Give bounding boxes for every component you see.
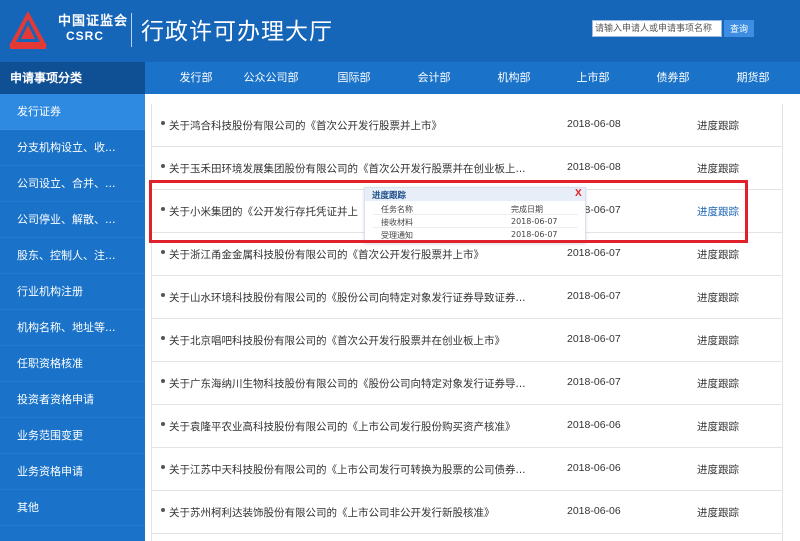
row-date: 2018-06-07	[567, 376, 621, 388]
progress-track-link[interactable]: 进度跟踪	[697, 462, 739, 477]
row-date: 2018-06-07	[567, 290, 621, 302]
row-title-link[interactable]: 关于山水环境科技股份有限公司的《股份公司向特定对象发行证券导致证券...	[169, 290, 526, 305]
progress-track-link[interactable]: 进度跟踪	[697, 290, 739, 305]
search-button[interactable]: 查询	[724, 20, 754, 37]
sidebar-item-institution-name-address[interactable]: 机构名称、地址等...	[0, 310, 145, 346]
tab-institution-dept[interactable]: 机构部	[479, 62, 549, 94]
bullet-icon	[161, 508, 165, 512]
tab-futures-dept[interactable]: 期货部	[718, 62, 788, 94]
sidebar-item-institution-registration[interactable]: 行业机构注册	[0, 274, 145, 310]
sidebar-item-branch-setup[interactable]: 分支机构设立、收...	[0, 130, 145, 166]
row-date: 2018-06-07	[567, 247, 621, 259]
logo-divider	[131, 13, 132, 47]
progress-track-link[interactable]: 进度跟踪	[697, 376, 739, 391]
tab-international-dept[interactable]: 国际部	[319, 62, 389, 94]
progress-track-link[interactable]: 进度跟踪	[697, 247, 739, 262]
row-date: 2018-06-08	[567, 118, 621, 130]
sidebar-item-shareholders[interactable]: 股东、控制人、注...	[0, 238, 145, 274]
sidebar: 申请事项分类 发行证券 分支机构设立、收... 公司设立、合并、... 公司停业…	[0, 62, 145, 541]
table-row: 关于鸿合科技股份有限公司的《首次公开发行股票并上市》 2018-06-08 进度…	[152, 104, 783, 147]
table-row: 关于广东海纳川生物科技股份有限公司的《股份公司向特定对象发行证券导... 201…	[152, 362, 783, 405]
sidebar-item-company-suspension[interactable]: 公司停业、解散、...	[0, 202, 145, 238]
sidebar-item-business-qualification[interactable]: 业务资格申请	[0, 454, 145, 490]
tab-issuance-dept[interactable]: 发行部	[161, 62, 231, 94]
table-row: 关于山水环境科技股份有限公司的《股份公司向特定对象发行证券导致证券... 201…	[152, 276, 783, 319]
row-title-link[interactable]: 关于北京唱吧科技股份有限公司的《首次公开发行股票并在创业板上市》	[169, 333, 505, 348]
bullet-icon	[161, 293, 165, 297]
logo-text-en: CSRC	[66, 29, 105, 43]
page-header: 中国证监会 CSRC 行政许可办理大厅 查询	[0, 0, 800, 62]
table-row: 关于江苏中天科技股份有限公司的《上市公司发行可转换为股票的公司债券... 201…	[152, 448, 783, 491]
progress-track-link[interactable]: 进度跟踪	[697, 118, 739, 133]
tab-bond-dept[interactable]: 债券部	[638, 62, 708, 94]
progress-track-link[interactable]: 进度跟踪	[697, 161, 739, 176]
sidebar-item-other[interactable]: 其他	[0, 490, 145, 526]
table-row: 关于苏州柯利达装饰股份有限公司的《上市公司非公开发行新股核准》 2018-06-…	[152, 491, 783, 534]
row-date: 2018-06-06	[567, 462, 621, 474]
bullet-icon	[161, 379, 165, 383]
bullet-icon	[161, 422, 165, 426]
row-title-link[interactable]: 关于江苏中天科技股份有限公司的《上市公司发行可转换为股票的公司债券...	[169, 462, 526, 477]
bullet-icon	[161, 121, 165, 125]
row-date: 2018-06-06	[567, 419, 621, 431]
row-date: 2018-06-07	[567, 333, 621, 345]
sidebar-item-company-setup[interactable]: 公司设立、合并、...	[0, 166, 145, 202]
tab-public-company-dept[interactable]: 公众公司部	[236, 62, 306, 94]
progress-track-link[interactable]: 进度跟踪	[697, 505, 739, 520]
row-title-link[interactable]: 关于玉禾田环境发展集团股份有限公司的《首次公开发行股票并在创业板上...	[169, 161, 526, 176]
progress-track-link[interactable]: 进度跟踪	[697, 419, 739, 434]
row-title-link[interactable]: 关于浙江甬金金属科技股份有限公司的《首次公开发行股票并上市》	[169, 247, 484, 262]
bullet-icon	[161, 164, 165, 168]
tab-listing-dept[interactable]: 上市部	[558, 62, 628, 94]
bullet-icon	[161, 336, 165, 340]
row-title-link[interactable]: 关于苏州柯利达装饰股份有限公司的《上市公司非公开发行新股核准》	[169, 505, 495, 520]
row-title-link[interactable]: 关于袁隆平农业高科技股份有限公司的《上市公司发行股份购买资产核准》	[169, 419, 516, 434]
sidebar-item-business-scope-change[interactable]: 业务范围变更	[0, 418, 145, 454]
logo-text-cn: 中国证监会	[58, 14, 129, 29]
sidebar-item-investor-qualification[interactable]: 投资者资格申请	[0, 382, 145, 418]
department-tabs: 发行部 公众公司部 国际部 会计部 机构部 上市部 债券部 期货部	[145, 62, 800, 94]
tab-accounting-dept[interactable]: 会计部	[399, 62, 469, 94]
row-title-link[interactable]: 关于广东海纳川生物科技股份有限公司的《股份公司向特定对象发行证券导...	[169, 376, 526, 391]
sidebar-title: 申请事项分类	[0, 62, 145, 94]
row-date: 2018-06-06	[567, 505, 621, 517]
row-title-link[interactable]: 关于鸿合科技股份有限公司的《首次公开发行股票并上市》	[169, 118, 442, 133]
table-row: 关于北京唱吧科技股份有限公司的《首次公开发行股票并在创业板上市》 2018-06…	[152, 319, 783, 362]
row-date: 2018-06-08	[567, 161, 621, 173]
sidebar-item-securities-issuance[interactable]: 发行证券	[0, 94, 145, 130]
annotation-highlight-box	[149, 180, 748, 243]
bullet-icon	[161, 465, 165, 469]
progress-track-link[interactable]: 进度跟踪	[697, 333, 739, 348]
table-row: 关于袁隆平农业高科技股份有限公司的《上市公司发行股份购买资产核准》 2018-0…	[152, 405, 783, 448]
csrc-logo-icon	[9, 11, 47, 49]
application-list: 关于鸿合科技股份有限公司的《首次公开发行股票并上市》 2018-06-08 进度…	[145, 94, 800, 541]
sidebar-item-qualification-approval[interactable]: 任职资格核准	[0, 346, 145, 382]
page-title: 行政许可办理大厅	[141, 19, 333, 45]
bullet-icon	[161, 250, 165, 254]
search-input[interactable]	[592, 20, 722, 37]
